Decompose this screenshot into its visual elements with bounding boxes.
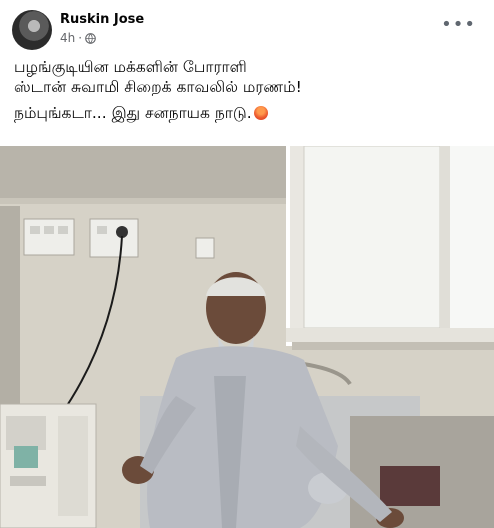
hospital-photo-illustration — [0, 146, 494, 528]
post-header: Ruskin Jose 4h · ••• — [0, 0, 494, 56]
post-photo[interactable] — [0, 146, 494, 528]
author-name[interactable]: Ruskin Jose — [60, 12, 144, 27]
globe-icon — [85, 32, 96, 44]
post-text-line: நம்புங்கடா... இது சனநாயக நாடு. — [14, 104, 252, 122]
author-avatar[interactable] — [12, 10, 52, 50]
post-timestamp[interactable]: 4h — [60, 31, 75, 45]
facebook-post: Ruskin Jose 4h · ••• பழங்குடியின மக்களின… — [0, 0, 494, 528]
post-text-line-with-emoji: நம்புங்கடா... இது சனநாயக நாடு. — [14, 103, 484, 123]
post-text: பழங்குடியின மக்களின் போராளி ஸ்டான் சுவாம… — [14, 57, 484, 123]
angry-face-emoji — [253, 106, 268, 120]
separator-dot: · — [78, 31, 83, 45]
post-text-line: ஸ்டான் சுவாமி சிறைக் காவலில் மரணம்! — [14, 78, 302, 96]
post-text-line: பழங்குடியின மக்களின் போராளி — [14, 58, 247, 76]
post-meta: 4h · — [60, 31, 96, 45]
more-options-icon[interactable]: ••• — [441, 16, 476, 34]
